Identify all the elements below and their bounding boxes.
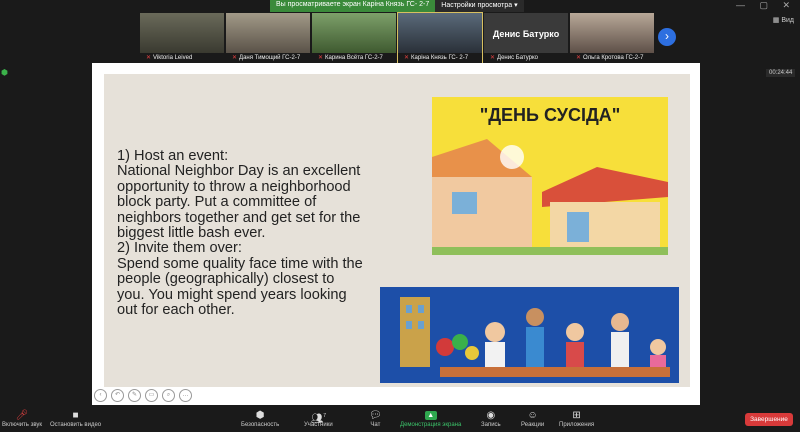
participant-name: Viktoria Leived: [153, 55, 193, 61]
participants-button[interactable]: 👥︎7 Участники: [304, 410, 333, 428]
participant-tile[interactable]: Денис Батурко ✕ Денис Батурко: [484, 13, 568, 63]
mic-muted-icon: ✕: [404, 55, 410, 61]
people-icon: 👥︎7: [310, 413, 327, 425]
participant-name: Ольга Кротова ГС-2-7: [583, 55, 644, 61]
security-button[interactable]: ⬢ Безопасность: [241, 410, 279, 428]
houses-drawing: [432, 139, 668, 255]
mic-muted-icon: ✕: [576, 55, 582, 61]
slide-text: 1) Host an event: National Neighbor Day …: [117, 148, 417, 319]
slide-line: neighbors together and get set for the: [117, 209, 361, 226]
participant-tile[interactable]: ✕ Даня Тимощий ГС-2-7: [226, 13, 310, 63]
slide-line: National Neighbor Day is an excellent: [117, 163, 361, 180]
participant-tile[interactable]: ✕ Ольга Кротова ГС-2-7: [570, 13, 654, 63]
video-feed: [226, 13, 310, 53]
control-label: Включить звук: [2, 422, 43, 428]
mic-muted-icon: ✕: [318, 55, 324, 61]
participant-name: Даня Тимощий ГС-2-7: [239, 55, 301, 61]
share-screen-button[interactable]: ▲ Демонстрация экрана: [400, 410, 461, 428]
apps-button[interactable]: ⊞ Приложения: [559, 410, 594, 428]
record-icon: ◉: [486, 410, 496, 421]
party-drawing: [400, 297, 670, 377]
video-feed: [140, 13, 224, 53]
slide-line: biggest little bash ever.: [117, 225, 266, 242]
mic-muted-icon: ✕: [232, 55, 238, 61]
participant-name: Денис Батурко: [497, 55, 539, 61]
control-label: Остановить видео: [50, 422, 102, 428]
record-button[interactable]: ◉ Запись: [481, 410, 501, 428]
video-feed: [312, 13, 396, 53]
neighbor-day-illustration: "ДЕНЬ СУСІДА": [432, 97, 668, 255]
stop-video-button[interactable]: ■ Остановить видео: [50, 410, 101, 428]
slide-line: 2) Invite them over:: [117, 240, 242, 257]
share-arrow-icon: ▲: [424, 411, 437, 420]
control-label: Участники: [304, 422, 333, 428]
mic-muted-icon: ✕: [146, 55, 152, 61]
control-label: Демонстрация экрана: [400, 422, 462, 428]
mic-muted-icon: ✕: [490, 55, 496, 61]
participants-count: 7: [323, 413, 327, 419]
slide-line: opportunity to throw a neighborhood: [117, 178, 351, 195]
participant-tile[interactable]: ✕ Viktoria Leived: [140, 13, 224, 63]
video-camera-icon: ■: [72, 410, 79, 421]
participant-tile-active[interactable]: ✕ Каріна Князь ГС- 2-7: [397, 12, 483, 64]
share-notice: Вы просматриваете экран Каріна Князь ГС-…: [270, 0, 436, 12]
mic-off-icon: 🎤︎: [15, 410, 29, 421]
video-feed: [398, 13, 482, 53]
participant-name: Каріна Князь ГС- 2-7: [411, 55, 469, 61]
video-feed: [570, 13, 654, 53]
zoom-icon[interactable]: ⌕: [162, 389, 175, 402]
slide-line: block party. Put a committee of: [117, 194, 317, 211]
more-icon[interactable]: …: [179, 389, 192, 402]
view-options-button[interactable]: Настройки просмотра ▾: [435, 0, 523, 12]
apps-grid-icon: ⊞: [572, 410, 581, 421]
undo-icon[interactable]: ↶: [111, 389, 124, 402]
arrow-left-icon[interactable]: ‹: [94, 389, 107, 402]
copy-icon[interactable]: ▭: [145, 389, 158, 402]
participant-big-name: Денис Батурко: [492, 29, 560, 39]
shield-icon[interactable]: ⬢: [1, 68, 9, 77]
slide-line: Spend some quality face time with the: [117, 255, 363, 272]
participant-tile[interactable]: ✕ Карина Всёта ГС-2-7: [312, 13, 396, 63]
share-banner: Вы просматриваете экран Каріна Князь ГС-…: [270, 0, 524, 12]
control-label: Запись: [481, 422, 501, 428]
slide-line: people (geographically) closest to: [117, 271, 335, 288]
neighbors-party-illustration: [380, 287, 679, 383]
control-label: Приложения: [559, 422, 595, 428]
control-label: Чат: [370, 422, 381, 428]
end-meeting-button[interactable]: Завершение: [745, 413, 793, 426]
chat-button[interactable]: 💬︎ Чат: [369, 410, 382, 428]
meeting-timer: 00:24:44: [766, 69, 796, 77]
unmute-button[interactable]: 🎤︎ Включить звук: [2, 410, 42, 428]
pen-icon[interactable]: ✎: [128, 389, 141, 402]
slide-line: you. You might spend years looking: [117, 286, 347, 303]
shield-icon: ⬢: [255, 410, 265, 421]
chat-bubble-icon: 💬︎: [369, 410, 382, 421]
slide-line: out for each other.: [117, 302, 235, 319]
reactions-button[interactable]: ☺ Реакции: [521, 410, 544, 428]
view-toggle-button[interactable]: ▦ Вид: [773, 16, 794, 24]
smiley-icon: ☺: [527, 410, 538, 421]
next-page-button[interactable]: ›: [658, 28, 676, 46]
slide-line: 1) Host an event:: [117, 148, 229, 164]
control-label: Реакции: [521, 422, 545, 428]
annotation-toolbar: ‹ ↶ ✎ ▭ ⌕ …: [94, 389, 192, 402]
window-controls[interactable]: — ▢ ✕: [736, 0, 796, 11]
control-label: Безопасность: [241, 422, 280, 428]
participant-name: Карина Всёта ГС-2-7: [325, 55, 383, 61]
